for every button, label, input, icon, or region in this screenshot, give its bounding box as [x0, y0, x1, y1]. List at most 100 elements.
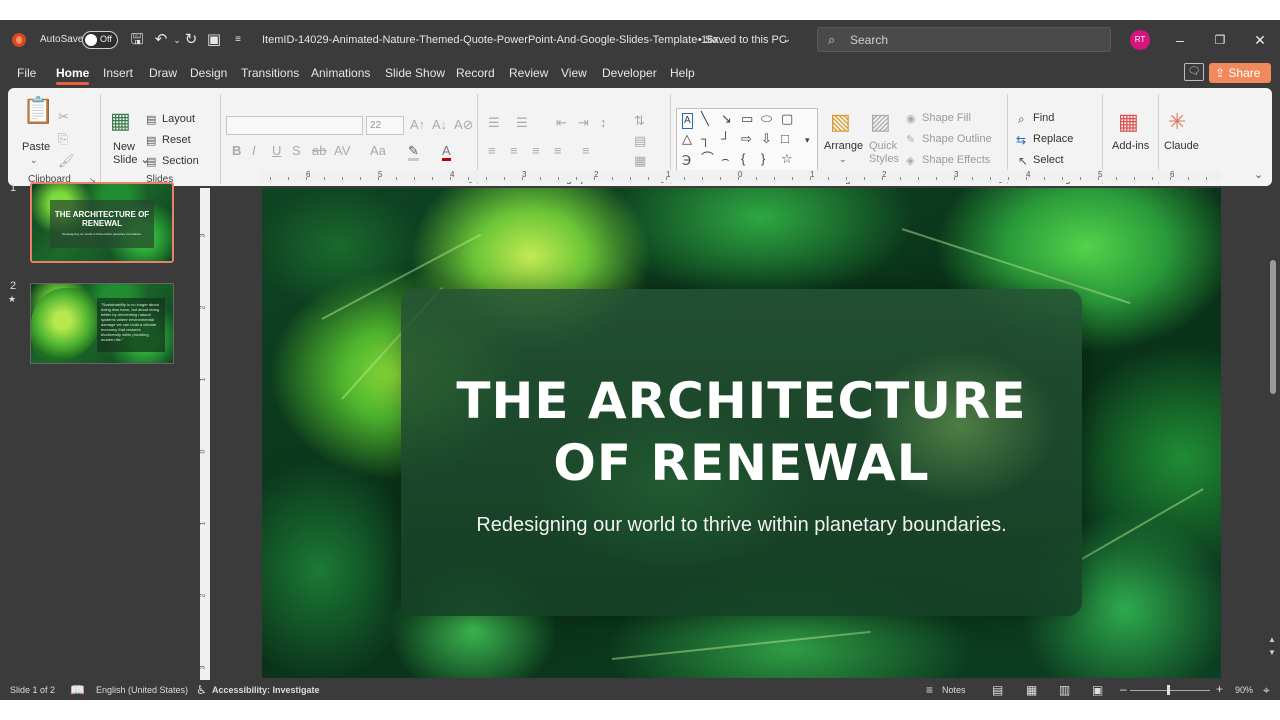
strikethrough-icon[interactable]: ab	[312, 144, 326, 158]
align-center-icon[interactable]: ≡	[510, 144, 518, 158]
vertical-ruler[interactable]: 3 2 1 0 1 2 3	[199, 188, 210, 680]
tab-record[interactable]: Record	[456, 66, 495, 80]
cut-icon[interactable]: ✂	[58, 110, 69, 124]
zoom-slider[interactable]	[1130, 690, 1210, 691]
down-arrow-shape-icon[interactable]: ⇩	[761, 132, 772, 146]
shapes-more-icon[interactable]: ▾	[805, 133, 810, 147]
shape-outline-button[interactable]: Shape Outline	[922, 133, 992, 145]
shape-fill-icon[interactable]: ◉	[906, 112, 916, 126]
columns-icon[interactable]: ≡	[582, 144, 590, 158]
arrange-button[interactable]: Arrange	[824, 140, 863, 152]
decrease-indent-icon[interactable]: ⇤	[556, 116, 567, 130]
line-shape-icon[interactable]: ╲	[701, 112, 709, 126]
tab-design[interactable]: Design	[190, 66, 227, 80]
claude-icon[interactable]: ✳	[1168, 110, 1186, 134]
zoom-slider-handle[interactable]	[1167, 685, 1170, 695]
accessibility-status[interactable]: Accessibility: Investigate	[212, 685, 320, 695]
bold-icon[interactable]: B	[232, 144, 241, 158]
triangle-shape-icon[interactable]: △	[682, 132, 692, 146]
restore-icon[interactable]: ❐	[1210, 30, 1230, 50]
character-spacing-icon[interactable]: AV	[334, 144, 350, 158]
right-arrow-shape-icon[interactable]: ⇨	[741, 132, 752, 146]
tab-view[interactable]: View	[561, 66, 587, 80]
quick-styles-button[interactable]: Quick Styles	[869, 140, 909, 166]
font-size-box[interactable]: 22	[366, 116, 404, 135]
paste-icon[interactable]: 📋	[22, 96, 54, 124]
tab-transitions[interactable]: Transitions	[241, 66, 299, 80]
italic-icon[interactable]: I	[252, 144, 256, 158]
save-icon[interactable]: 🖫	[128, 31, 146, 49]
textbox-shape-icon[interactable]: A	[682, 113, 693, 129]
vertical-scrollbar[interactable]: ▲ ▼	[1268, 170, 1277, 680]
new-slide-icon[interactable]: ▦	[110, 110, 131, 132]
paste-dropdown-icon[interactable]: ⌄	[30, 153, 38, 167]
close-icon[interactable]: ✕	[1250, 30, 1270, 50]
tab-developer[interactable]: Developer	[602, 66, 657, 80]
section-icon[interactable]: ▤	[146, 155, 156, 169]
rounded-rectangle-shape-icon[interactable]: ▢	[781, 112, 793, 126]
replace-button[interactable]: Replace	[1033, 133, 1073, 145]
section-button[interactable]: Section	[162, 155, 199, 167]
save-status-chevron-icon[interactable]: ⌄	[778, 31, 796, 49]
arrow-line-shape-icon[interactable]: ↘	[721, 112, 732, 126]
slide-thumbnail-2[interactable]: "Sustainability is no longer about doing…	[30, 283, 174, 364]
arrange-dropdown-icon[interactable]: ⌄	[839, 152, 847, 166]
clear-formatting-icon[interactable]: A⊘	[454, 118, 474, 132]
reading-view-icon[interactable]: ▥	[1059, 683, 1070, 697]
comments-icon[interactable]: 🗨	[1184, 63, 1204, 81]
quick-styles-icon[interactable]: ▨	[870, 110, 891, 134]
horizontal-ruler[interactable]: 6543210123456	[262, 170, 1222, 182]
shape-effects-button[interactable]: Shape Effects	[922, 154, 990, 166]
share-button[interactable]: ⇪ Share	[1209, 63, 1271, 83]
rectangle-shape-icon[interactable]: ▭	[741, 112, 753, 126]
spelling-icon[interactable]: 📖	[70, 683, 85, 697]
elbow-connector-shape-icon[interactable]: ┐	[701, 132, 710, 146]
scrollbar-thumb[interactable]	[1270, 260, 1276, 394]
tab-home[interactable]: Home	[56, 66, 90, 85]
freeform-shape-icon[interactable]: ℈	[682, 152, 691, 166]
next-slide-icon[interactable]: ▼	[1268, 648, 1276, 657]
underline-icon[interactable]: U	[272, 144, 281, 158]
new-slide-label[interactable]: New Slide ⌄	[113, 141, 150, 166]
numbering-icon[interactable]: ☰	[516, 116, 528, 130]
bullets-icon[interactable]: ☰	[488, 116, 500, 130]
tab-insert[interactable]: Insert	[103, 66, 133, 80]
shape-effects-icon[interactable]: ◈	[906, 154, 914, 168]
slide-subtitle[interactable]: Redesigning our world to thrive within p…	[401, 514, 1082, 537]
reset-button[interactable]: Reset	[162, 134, 191, 146]
increase-indent-icon[interactable]: ⇥	[578, 116, 589, 130]
shape-fill-button[interactable]: Shape Fill	[922, 112, 971, 124]
normal-view-icon[interactable]: ▤	[992, 683, 1003, 697]
align-text-icon[interactable]: ▤	[634, 134, 646, 148]
autosave-toggle[interactable]: Off	[82, 31, 118, 49]
present-icon[interactable]: ▣	[205, 31, 223, 49]
language-label[interactable]: English (United States)	[96, 685, 188, 695]
slide-canvas[interactable]: THE ARCHITECTURE OF RENEWAL Redesigning …	[262, 188, 1221, 678]
zoom-in-icon[interactable]: +	[1216, 682, 1223, 696]
layout-button[interactable]: Layout	[162, 113, 195, 125]
add-ins-icon[interactable]: ▦	[1118, 110, 1139, 134]
search-box[interactable]: ⌕ Search	[817, 27, 1111, 52]
copy-icon[interactable]: ⎘	[58, 132, 68, 146]
layout-icon[interactable]: ▤	[146, 113, 156, 127]
customize-toolbar-icon[interactable]: ≡	[229, 31, 247, 49]
oval-shape-icon[interactable]: ⬭	[761, 112, 772, 126]
reset-icon[interactable]: ▤	[146, 134, 156, 148]
user-avatar[interactable]: RT	[1130, 30, 1150, 50]
arc-shape-icon[interactable]: ⌢	[721, 152, 730, 166]
elbow-arrow-shape-icon[interactable]: ┘	[721, 132, 730, 146]
select-icon[interactable]: ↖	[1018, 154, 1028, 168]
claude-button[interactable]: Claude	[1164, 140, 1199, 152]
select-button[interactable]: Select	[1033, 154, 1064, 166]
slide-title[interactable]: THE ARCHITECTURE OF RENEWAL	[401, 370, 1082, 494]
fit-to-window-icon[interactable]: ⌖	[1263, 683, 1270, 698]
font-color-icon[interactable]: A	[442, 144, 451, 161]
decrease-font-icon[interactable]: A↓	[432, 118, 447, 132]
find-icon[interactable]: ⌕	[1018, 112, 1025, 126]
left-brace-shape-icon[interactable]: {	[741, 152, 745, 166]
minimize-icon[interactable]: –	[1170, 30, 1190, 50]
right-brace-shape-icon[interactable]: }	[761, 152, 765, 166]
change-case-icon[interactable]: Aa	[370, 144, 386, 158]
previous-slide-icon[interactable]: ▲	[1268, 635, 1276, 644]
highlight-icon[interactable]: ✎	[408, 144, 419, 161]
